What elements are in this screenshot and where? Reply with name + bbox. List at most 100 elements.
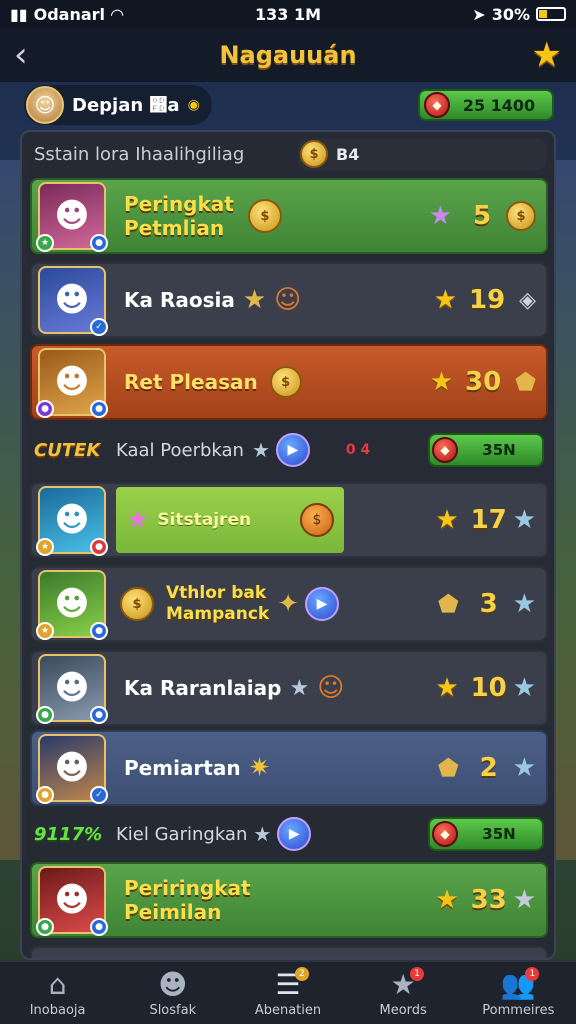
ruby-icon: ◆ (424, 92, 450, 118)
battery-icon (536, 7, 566, 21)
coin-icon: $ (300, 503, 334, 537)
avatar: ☻ ✓ (38, 266, 108, 336)
trophy-icon: ✦ (277, 589, 300, 619)
badge-icon: ● (36, 786, 54, 804)
player-name: Depjan ෽a (72, 94, 180, 116)
nav-label: Slosfak (149, 1002, 197, 1018)
nav-item-social[interactable]: ☻ Slosfak (118, 968, 228, 1018)
list-item[interactable]: ☻ ● ● Ret Pleasan $ ★ 30 ⬟ (30, 344, 548, 420)
home-icon: ⌂ (48, 967, 67, 1001)
row-name: Ka Raranlaiap (124, 676, 282, 700)
star-icon: ★ (251, 438, 270, 462)
background-stadium-right (554, 160, 576, 860)
back-button[interactable]: ‹ (14, 38, 54, 72)
currency-value: 25 1400 (462, 95, 536, 115)
row-name-line1: Vthlor bak (166, 583, 267, 603)
row-score: 30 (465, 367, 502, 397)
row-name-line2: Petmlian (124, 216, 225, 240)
nav-label: Abenatien (254, 1002, 322, 1018)
badge-icon: ★ (36, 538, 54, 556)
list-item[interactable]: ☻ ★ ● Peringkat Petmlian $ ★ 5 $ (30, 178, 548, 254)
star-icon: ★ (531, 35, 562, 75)
gem-icon: ◈ (519, 287, 536, 313)
currency-balance[interactable]: ◆ 25 1400 (418, 89, 554, 121)
coin-icon: $ (247, 199, 282, 233)
section-currency[interactable]: ◆ 35N (428, 433, 544, 467)
sparkle-icon: ✷ (248, 753, 271, 783)
status-right: ➤ 30% (366, 5, 566, 24)
location-icon: ➤ (472, 4, 486, 24)
nav-item-home[interactable]: ⌂ Inobaoja (3, 967, 113, 1018)
badge-icon: ● (90, 234, 108, 252)
status-time: 133 1M (254, 4, 322, 24)
list-item[interactable]: ☻ ● ● Periringkat Peimilan ★ 33 ★ (30, 862, 548, 938)
nav-item-leaderboard[interactable]: ☰ 2 Abenatien (233, 966, 343, 1018)
play-icon: ▶ (288, 826, 300, 842)
badge-icon: ● (36, 706, 54, 724)
avatar: ☻ ● ● (36, 866, 108, 936)
list-item[interactable]: ☻ ★ ● $ Vthlor bak Mampanck ✦ ▶ ⬟ 3 ★ (30, 566, 548, 642)
star-icon: ★ (433, 285, 458, 315)
list-item[interactable]: ☻ ★ ● ★ Sitstajren $ ★ 17 ★ (30, 482, 548, 558)
star-icon: ★ (512, 505, 536, 535)
row-score: 10 (470, 673, 507, 703)
badge-icon: ★ (36, 234, 54, 252)
row-name-line1: Periringkat (124, 876, 251, 900)
star-icon: ★ (428, 201, 452, 231)
badge-icon: ● (90, 918, 108, 936)
coin-icon: $ (300, 140, 328, 168)
shield-icon: ⬟ (437, 590, 459, 618)
section-separator: CUTEK Kaal Poerbkan ★ ▶ 0 4 ◆ 35N (28, 428, 550, 472)
carrier-name: Odanarl (33, 4, 106, 24)
profile-row: ☺ Depjan ෽a ◉ ◆ 25 1400 (24, 84, 554, 126)
badge-icon: ● (36, 400, 54, 418)
list-item[interactable]: ☻ ● ● Ka Raranlaiap ★ ☺ ★ 10 ★ (30, 650, 548, 726)
player-avatar: ☺ (26, 86, 64, 124)
shield-icon: ⬟ (515, 368, 536, 396)
coin-pill: $ B4 (298, 138, 546, 170)
nav-item-profile[interactable]: 👥 1 Pommeires (463, 966, 573, 1018)
play-icon: ▶ (287, 442, 299, 458)
section-badge: 9117% (34, 823, 103, 845)
star-icon: ★ (512, 673, 536, 703)
star-icon: ★ (429, 367, 454, 397)
badge-icon: ✓ (90, 786, 108, 804)
star-icon: ★ (512, 589, 536, 619)
badge-icon: ● (90, 400, 108, 418)
list-item[interactable]: ☻ ✓ Ka Raosia ★ ☺ ★ 19 ◈ (30, 262, 548, 338)
section-currency[interactable]: ◆ 35N (428, 817, 544, 851)
battery-percent: 30% (491, 4, 530, 24)
row-name-line1: Peringkat (124, 192, 234, 216)
row-score: 33 (470, 885, 507, 915)
profile-pill[interactable]: ☺ Depjan ෽a ◉ (24, 85, 212, 125)
play-button[interactable]: ▶ (275, 433, 310, 467)
section-counter: 0 4 (345, 442, 371, 458)
star-icon: ★ (435, 505, 459, 535)
row-score: 3 (479, 589, 498, 619)
highlight-card[interactable]: ★ Sitstajren $ (116, 487, 344, 553)
nav-label: Meords (379, 1002, 427, 1018)
badge-icon: ● (90, 622, 108, 640)
star-icon: ★ (242, 285, 267, 315)
play-button[interactable]: ▶ (305, 587, 340, 621)
coin-icon: $ (269, 366, 302, 398)
panel-subtitle: Sstain lora Ihaalihgiliag (34, 143, 245, 165)
mascot-icon: ☺ (274, 285, 302, 315)
star-icon: ★ (512, 753, 536, 783)
leaderboard-panel: Sstain lora Ihaalihgiliag $ B4 ☻ ★ ● Per… (20, 130, 556, 960)
favorite-star-button[interactable]: ★ (522, 35, 562, 75)
avatar: ☻ ★ ● (36, 182, 108, 252)
star-icon: ★ (253, 822, 272, 846)
highlight-label: Sitstajren (157, 510, 252, 530)
list-item[interactable]: ☻ ● ✓ Pemiartan ✷ ⬟ 2 ★ (30, 730, 548, 806)
section-currency-value: 35N (482, 441, 516, 459)
row-score: 19 (468, 285, 506, 315)
list-item-partial (30, 946, 548, 958)
play-icon: ▶ (316, 596, 328, 612)
badge-icon: ● (36, 918, 54, 936)
section-title: Kaal Poerbkan (116, 439, 244, 461)
play-button[interactable]: ▶ (277, 817, 312, 851)
nav-item-rewards[interactable]: ★ 1 Meords (348, 966, 458, 1018)
row-name-line2: Peimilan (124, 900, 222, 924)
star-icon: ★ (435, 673, 459, 703)
